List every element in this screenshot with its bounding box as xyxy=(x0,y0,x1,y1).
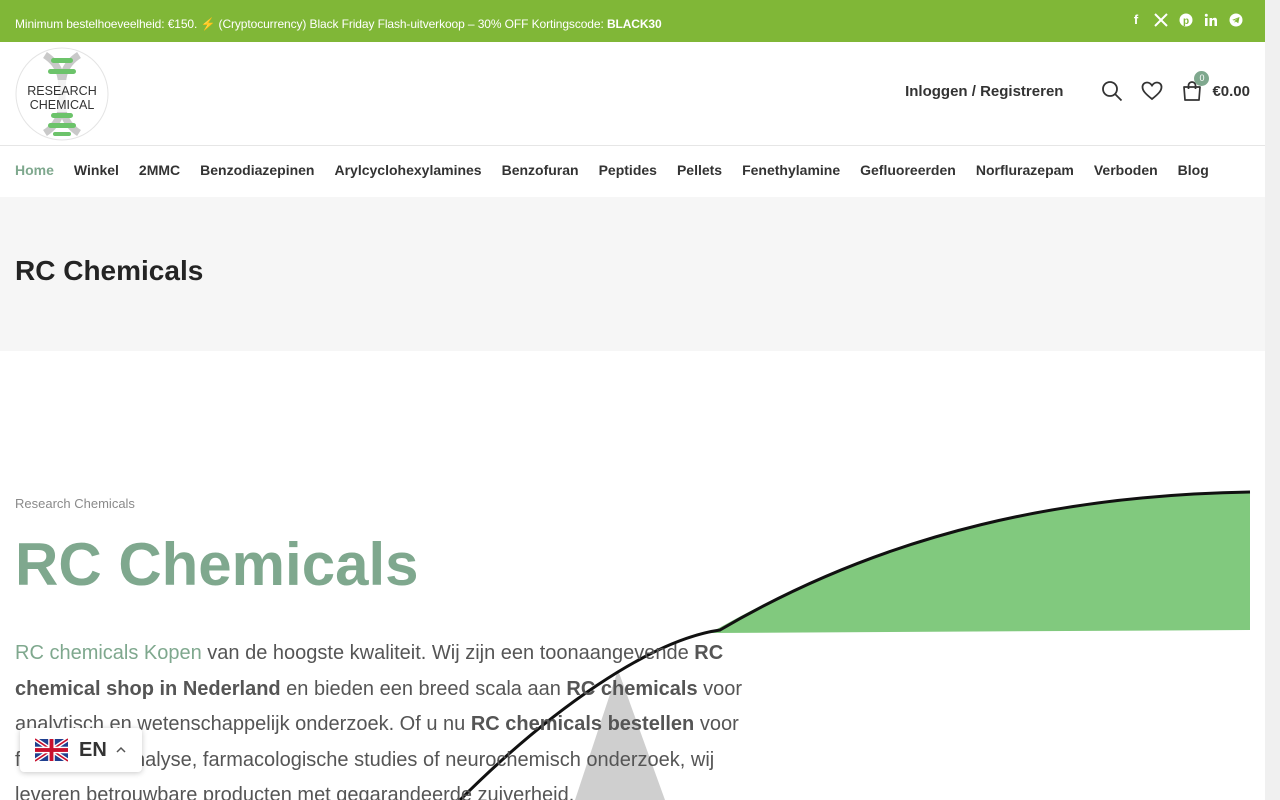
announcement-bar: Minimum bestelhoeveelheid: €150. ⚡ (Cryp… xyxy=(0,0,1265,42)
nav-item-verboden[interactable]: Verboden xyxy=(1094,162,1158,178)
nav-item-benzofuran[interactable]: Benzofuran xyxy=(502,162,579,178)
intro-bold-2: RC chemicals xyxy=(566,677,698,700)
site-logo[interactable]: RESEARCH CHEMICAL xyxy=(15,47,109,141)
uk-flag-icon xyxy=(35,738,68,762)
search-icon[interactable] xyxy=(1101,80,1123,102)
svg-text:p: p xyxy=(1183,16,1189,27)
nav-menu: Home Winkel 2MMC Benzodiazepinen Arylcyclohe… xyxy=(15,162,1229,178)
nav-item-arylcyclohexylamines[interactable]: Arylcyclohexylamines xyxy=(335,162,482,178)
wishlist-heart-icon[interactable] xyxy=(1141,80,1163,102)
chevron-up-icon xyxy=(116,746,126,753)
x-icon[interactable] xyxy=(1154,13,1168,27)
linkedin-icon[interactable] xyxy=(1204,13,1218,27)
header-actions: Inloggen / Registreren 0 €0.00 xyxy=(905,71,1250,102)
telegram-icon[interactable] xyxy=(1229,13,1243,27)
svg-text:RESEARCH: RESEARCH xyxy=(27,84,96,98)
nav-item-winkel[interactable]: Winkel xyxy=(74,162,119,178)
nav-item-norflurazepam[interactable]: Norflurazepam xyxy=(976,162,1074,178)
nav-item-fenethylamine[interactable]: Fenethylamine xyxy=(742,162,840,178)
language-code: EN xyxy=(79,738,107,761)
cart-count-badge: 0 xyxy=(1194,71,1210,86)
page-scrollbar[interactable] xyxy=(1265,0,1280,800)
intro-text-1: van de hoogste kwaliteit. Wij zijn een t… xyxy=(201,642,695,664)
announcement-message: Minimum bestelhoeveelheid: €150. ⚡ (Cryp… xyxy=(15,17,607,31)
login-register-link[interactable]: Inloggen / Registreren xyxy=(905,83,1063,100)
language-switcher[interactable]: EN xyxy=(20,728,142,772)
nav-item-benzodiazepinen[interactable]: Benzodiazepinen xyxy=(200,162,314,178)
section-eyebrow: Research Chemicals xyxy=(15,496,135,511)
nav-item-blog[interactable]: Blog xyxy=(1178,162,1209,178)
page-title-band: RC Chemicals xyxy=(0,197,1265,351)
page-title: RC Chemicals xyxy=(15,255,204,286)
intro-bold-3: RC chemicals bestellen xyxy=(470,713,695,735)
facebook-icon[interactable]: f xyxy=(1129,13,1143,27)
coupon-code: BLACK30 xyxy=(606,17,662,31)
nav-item-home[interactable]: Home xyxy=(15,162,54,178)
cart-total: €0.00 xyxy=(1212,82,1250,100)
nav-item-pellets[interactable]: Pellets xyxy=(677,162,722,178)
main-navigation: Home Winkel 2MMC Benzodiazepinen Arylcyclohe… xyxy=(0,146,1265,197)
nav-item-peptides[interactable]: Peptides xyxy=(599,162,657,178)
intro-text-2: en bieden een breed scala aan xyxy=(280,677,567,700)
rc-chemicals-kopen-link[interactable]: RC chemicals Kopen xyxy=(15,642,202,664)
nav-item-2mmc[interactable]: 2MMC xyxy=(139,162,180,178)
pinterest-icon[interactable]: p xyxy=(1179,13,1193,27)
site-header: RESEARCH CHEMICAL Inloggen / Registreren… xyxy=(0,42,1265,146)
social-links: f p xyxy=(1129,13,1243,27)
cart-button[interactable]: 0 €0.00 xyxy=(1181,71,1250,102)
nav-item-gefluoreerden[interactable]: Gefluoreerden xyxy=(860,162,956,178)
intro-paragraph: RC chemicals Kopen van de hoogste kwalit… xyxy=(15,636,755,800)
hero-title: RC Chemicals xyxy=(15,531,419,598)
svg-text:CHEMICAL: CHEMICAL xyxy=(30,98,95,112)
announcement-text: Minimum bestelhoeveelheid: €150. ⚡ (Cryp… xyxy=(15,17,662,31)
